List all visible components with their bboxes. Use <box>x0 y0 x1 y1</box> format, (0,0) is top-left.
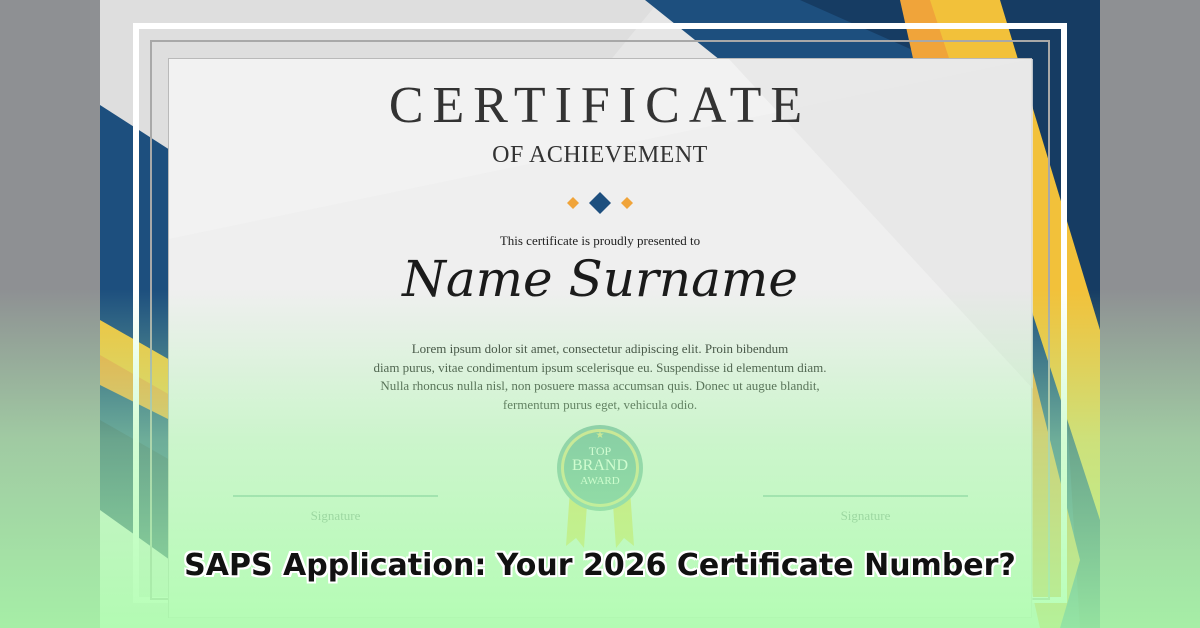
presented-to-text: This certificate is proudly presented to <box>499 233 701 248</box>
certificate-subtitle: OF ACHIEVEMENT <box>492 142 708 168</box>
badge-line-brand: BRAND <box>571 457 628 474</box>
badge-star-icon: ★ <box>595 430 605 441</box>
signature-line-left <box>233 495 438 497</box>
body-line: fermentum purus eget, vehicula odio. <box>502 396 698 412</box>
body-line: Lorem ipsum dolor sit amet, consectetur … <box>411 341 789 356</box>
award-badge: ★ TOP BRAND AWARD <box>550 420 650 555</box>
recipient-name: Name Surname <box>402 250 798 308</box>
diamond-ornament-icon <box>567 192 633 214</box>
badge-line-award: AWARD <box>580 475 620 487</box>
signature-line-right <box>763 495 968 497</box>
body-line: diam purus, vitae condimentum ipsum scel… <box>373 359 827 375</box>
certificate-scene: CERTIFICATE OF ACHIEVEMENT This certific… <box>0 0 1200 628</box>
certificate-title: CERTIFICATE <box>388 77 812 134</box>
headline-banner: SAPS Application: Your 2026 Certificate … <box>184 548 1016 583</box>
certificate-body: Lorem ipsum dolor sit amet, consectetur … <box>340 340 860 414</box>
signature-label-right: Signature <box>840 508 891 523</box>
signature-label-left: Signature <box>310 508 361 523</box>
body-line: Nulla rhoncus nulla nisl, non posuere ma… <box>380 378 820 393</box>
